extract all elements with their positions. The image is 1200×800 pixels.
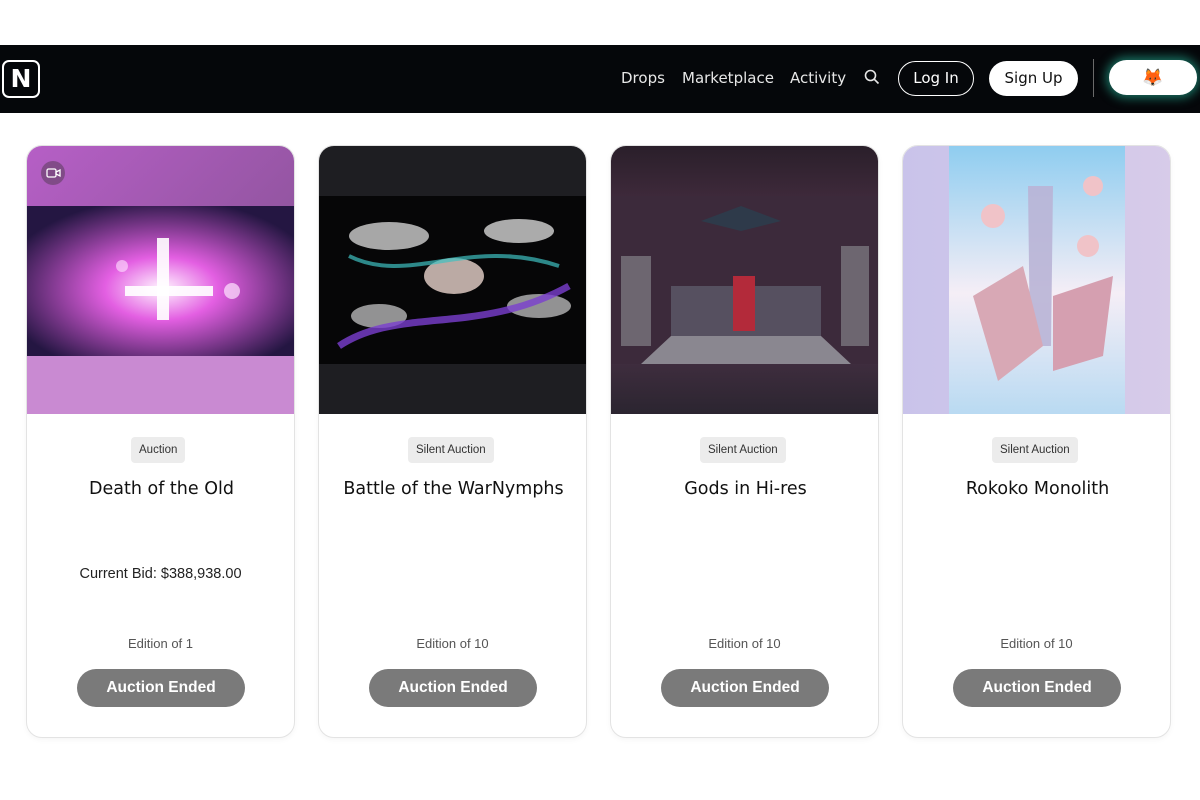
artwork-image[interactable] [319,146,586,414]
artwork-title[interactable]: Death of the Old [37,476,286,503]
artwork-card[interactable]: Silent Auction Battle of the WarNymphs E… [318,145,587,738]
artwork-card[interactable]: Silent Auction Rokoko Monolith Edition o… [902,145,1171,738]
artwork-image[interactable] [611,146,878,414]
video-icon [41,161,65,185]
auction-ended-button[interactable]: Auction Ended [369,669,537,707]
sale-type-badge: Silent Auction [408,437,494,463]
edition-count: Edition of 10 [1000,636,1073,651]
nav-link-drops[interactable]: Drops [621,69,665,87]
wallet-connect-button[interactable]: 🦊 [1109,60,1197,95]
edition-count: Edition of 10 [708,636,781,651]
auction-ended-button[interactable]: Auction Ended [661,669,829,707]
login-button[interactable]: Log In [898,61,974,96]
auction-ended-button[interactable]: Auction Ended [953,669,1121,707]
signup-button[interactable]: Sign Up [989,61,1078,96]
artwork-title[interactable]: Rokoko Monolith [913,476,1162,503]
metamask-fox-icon: 🦊 [1142,68,1164,87]
logo[interactable]: N [2,60,40,98]
sale-type-badge: Silent Auction [992,437,1078,463]
search-icon[interactable] [864,69,880,85]
artwork-image[interactable] [903,146,1170,414]
current-bid: Current Bid: $388,938.00 [79,566,242,582]
edition-count: Edition of 1 [127,636,194,651]
artwork-title[interactable]: Battle of the WarNymphs [329,476,578,503]
artwork-title[interactable]: Gods in Hi-res [621,476,870,503]
artwork-image[interactable] [27,146,294,414]
edition-count: Edition of 10 [416,636,489,651]
artwork-card[interactable]: Silent Auction Gods in Hi-res Edition of… [610,145,879,738]
artwork-card[interactable]: Auction Death of the Old Current Bid: $3… [26,145,295,738]
sale-type-badge: Auction [131,437,186,463]
nav-link-marketplace[interactable]: Marketplace [682,69,774,87]
nav-divider [1093,59,1094,97]
nav-link-activity[interactable]: Activity [790,69,846,87]
auction-ended-button[interactable]: Auction Ended [77,669,245,707]
sale-type-badge: Silent Auction [700,437,786,463]
